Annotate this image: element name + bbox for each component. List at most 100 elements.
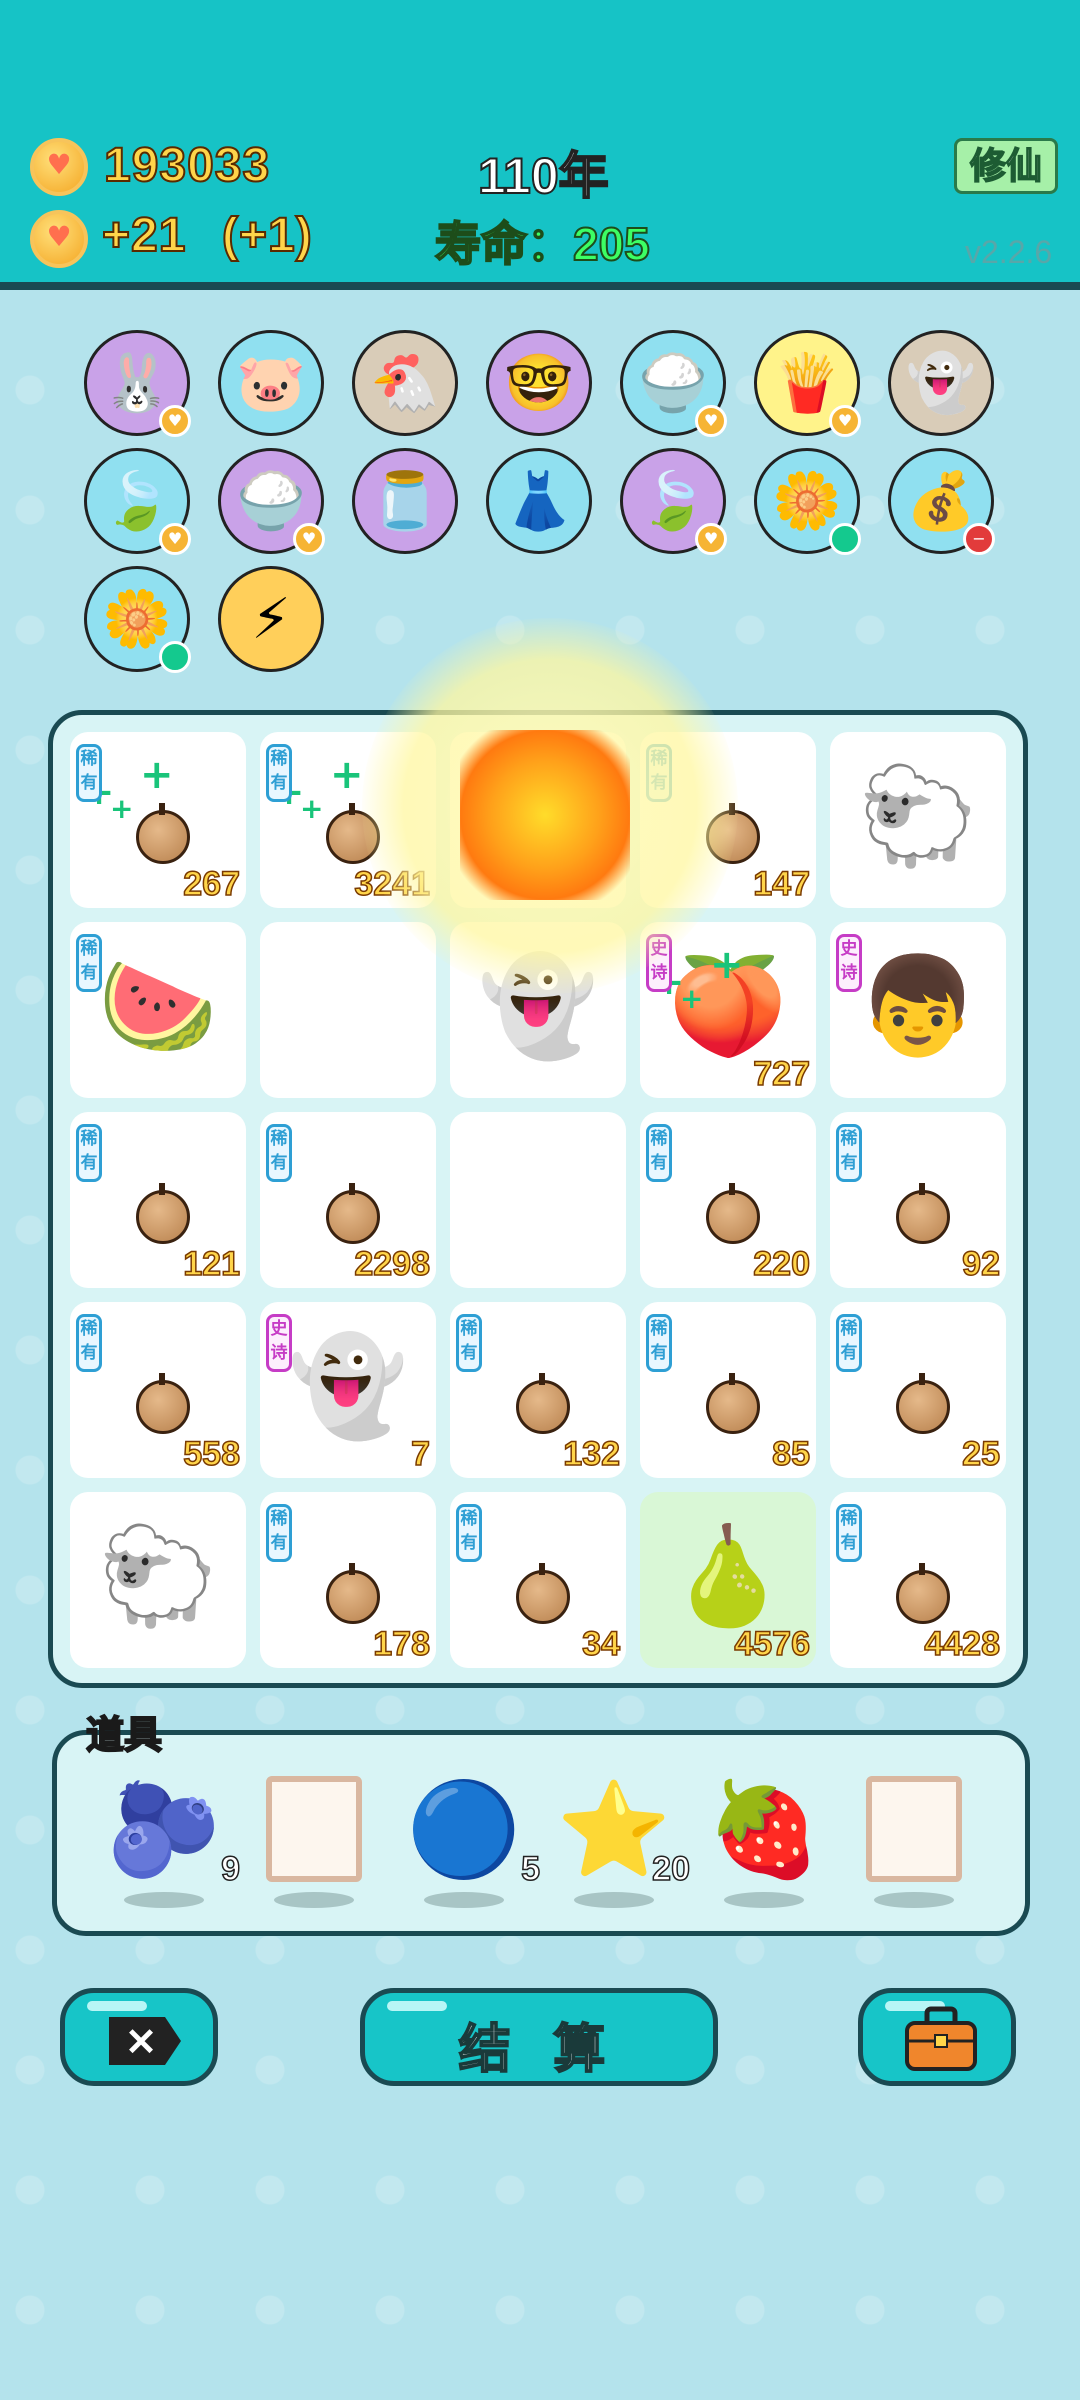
item-shadow [124,1892,204,1908]
rice-bowl-icon: 🍚 [236,469,306,534]
board-cell[interactable]: 稀有 558 [70,1302,246,1478]
relic-skirt-icon[interactable]: 👗 [486,448,592,554]
sack-icon: 💰 [906,469,976,534]
ball-icon [706,1183,760,1244]
cultivate-button[interactable]: 修仙 [954,138,1058,194]
rabbit-icon: 🐰 [102,351,172,416]
board-cell[interactable]: 稀有 85 [640,1302,816,1478]
item-quantity: 20 [651,1850,690,1888]
rare-tag: 稀有 [836,1124,862,1182]
ball-icon [896,1183,950,1244]
board-cell[interactable]: 稀有 132 [450,1302,626,1478]
boost-plus-icon: + [110,792,134,825]
relic-rabbit-icon[interactable]: 🐰 ♥ [84,330,191,437]
rare-tag: 稀有 [266,1124,292,1182]
rare-tag: 稀有 [456,1504,482,1562]
cell-value: 92 [961,1244,1000,1284]
rare-tag: 稀有 [76,1124,102,1182]
board-cell[interactable] [450,1112,626,1288]
frame-icon[interactable] [866,1776,962,1882]
relic-jar-icon[interactable]: 🫙 [352,448,458,554]
board-cell[interactable]: 稀有 25 [830,1302,1006,1478]
board-cell[interactable]: 🐑 [830,732,1006,908]
board-cell[interactable]: 稀有 2298 [260,1112,436,1288]
cell-value: 7 [410,1434,430,1474]
ghost-icon: 👻 [906,351,976,416]
board-cell[interactable]: 稀有 34 [450,1492,626,1668]
cell-value: 132 [563,1434,621,1474]
boost-plus-icon: + [710,942,744,988]
relic-leaf-icon[interactable]: 🍃 ♥ [620,448,727,555]
board-cell[interactable]: 👦 史诗 [830,922,1006,1098]
year-counter: 110年 [477,147,610,205]
board-cell[interactable]: 🍉 稀有 [70,922,246,1098]
relic-piggy-bank-icon[interactable]: 🐷 [218,330,324,436]
board-cell[interactable]: 👻 史诗 7 [260,1302,436,1478]
relic-rice-bowl-icon[interactable]: 🍚 ♥ [620,330,727,437]
relic-leaf-icon[interactable]: 🍃 ♥ [84,448,191,555]
cell-value: 121 [183,1244,241,1284]
explosion-effect [460,730,630,900]
ball-icon [326,1563,380,1624]
board-cell[interactable]: 稀有 92 [830,1112,1006,1288]
item-slot[interactable]: 🍓 [704,1770,824,1890]
button-highlight [87,2001,147,2011]
relic-sack-icon[interactable]: 💰 − [888,448,995,555]
close-button[interactable]: ✕ [60,1988,218,2086]
leaf-icon: 🍃 [638,469,708,534]
relic-potted-flower-icon[interactable]: 🌼 [84,566,191,673]
rare-tag: 稀有 [76,1314,102,1372]
board-cell[interactable]: 🍐 4576 [640,1492,816,1668]
board-cell[interactable]: 🐑 [70,1492,246,1668]
hen-icon: 🐔 [370,351,440,416]
ball-icon [516,1563,570,1624]
board-cell[interactable]: +++稀有267 [70,732,246,908]
cell-value: 25 [961,1434,1000,1474]
relic-lightning-icon[interactable]: ⚡ [218,566,324,672]
relic-math-nerd-icon[interactable]: 🤓 [486,330,592,436]
heart-badge-icon: ♥ [829,405,861,437]
svg-text:✕: ✕ [125,2022,157,2064]
item-slot[interactable]: 🔵 5 [404,1770,541,1890]
inventory-button[interactable] [858,1988,1016,2086]
heart-badge-icon: ♥ [159,405,191,437]
cell-value: 727 [753,1054,811,1094]
boost-plus-icon: + [330,752,364,798]
briefcase-icon [905,2006,977,2071]
lifespan-value: 205 [572,217,651,271]
relic-potted-flower-icon[interactable]: 🌼 [754,448,861,555]
item-shadow [424,1892,504,1908]
frame-icon[interactable] [266,1776,362,1882]
items-title: 道具 [85,1714,163,1758]
rare-tag: 稀有 [76,744,102,802]
board-cell[interactable] [260,922,436,1098]
sheep-icon: 🐑 [858,760,978,872]
cell-value: 558 [183,1434,241,1474]
blueberry-icon: 🔵 [406,1776,522,1883]
jar-icon: 🫙 [370,469,440,534]
relic-ghost-icon[interactable]: 👻 [888,330,994,436]
ball-icon [706,1373,760,1434]
item-slot[interactable]: ⭐ 20 [554,1770,691,1890]
relic-hen-icon[interactable]: 🐔 [352,330,458,436]
board-cell[interactable]: 稀有 121 [70,1112,246,1288]
rare-tag: 稀有 [266,744,292,802]
board-cell[interactable]: 稀有 220 [640,1112,816,1288]
rare-tag: 稀有 [836,1504,862,1562]
relic-french-fries-icon[interactable]: 🍟 ♥ [754,330,861,437]
rare-tag: 稀有 [266,1504,292,1562]
relic-rice-bowl-icon[interactable]: 🍚 ♥ [218,448,325,555]
board-cell[interactable]: 稀有 4428 [830,1492,1006,1668]
red-badge-icon: − [963,523,995,555]
settle-button[interactable]: 结 算 [360,1988,718,2086]
board-cell[interactable]: 稀有 178 [260,1492,436,1668]
ball-icon [326,1183,380,1244]
item-slot[interactable]: 🫐 9 [104,1770,241,1890]
coin-income: +21 [101,208,187,263]
sheep-icon: 🐑 [98,1520,218,1632]
cell-value: 4576 [734,1624,811,1664]
cell-value: 34 [581,1624,620,1664]
french-fries-icon: 🍟 [772,351,842,416]
ball-icon [136,1373,190,1434]
heart-badge-icon: ♥ [695,405,727,437]
